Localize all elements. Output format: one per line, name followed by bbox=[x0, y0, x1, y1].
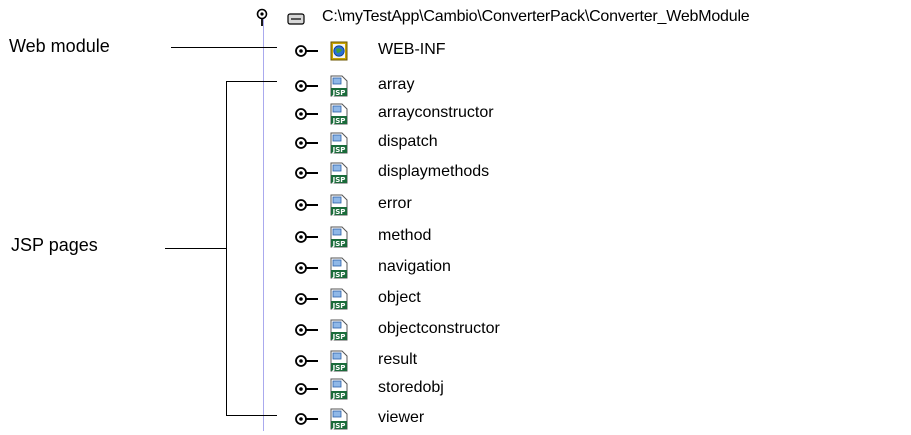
tree-node-label[interactable]: objectconstructor bbox=[378, 320, 500, 338]
web-module-leader-line bbox=[171, 47, 277, 48]
tree-node-label[interactable]: viewer bbox=[378, 409, 424, 427]
tree-node-navigation[interactable]: JSP navigation bbox=[0, 253, 911, 283]
jsp-file-icon: JSP bbox=[330, 350, 348, 372]
expand-handle-icon[interactable] bbox=[294, 322, 320, 338]
svg-text:JSP: JSP bbox=[332, 271, 346, 279]
jsp-file-icon: JSP bbox=[330, 194, 348, 216]
jsp-file-icon: JSP bbox=[330, 257, 348, 279]
tree-node-label[interactable]: dispatch bbox=[378, 133, 438, 151]
tree-node-label[interactable]: arrayconstructor bbox=[378, 104, 494, 122]
expand-handle-icon[interactable] bbox=[294, 353, 320, 369]
tree-node-viewer[interactable]: JSP viewer bbox=[0, 404, 911, 434]
svg-text:JSP: JSP bbox=[332, 208, 346, 216]
svg-text:JSP: JSP bbox=[332, 176, 346, 184]
tree-node-label[interactable]: WEB-INF bbox=[378, 41, 446, 59]
tree-node-label[interactable]: method bbox=[378, 227, 431, 245]
expand-handle-icon[interactable] bbox=[294, 260, 320, 276]
tree-node-displaymethods[interactable]: JSP displaymethods bbox=[0, 158, 911, 188]
jsp-file-icon: JSP bbox=[330, 75, 348, 97]
expand-handle-icon[interactable] bbox=[294, 291, 320, 307]
jsp-file-icon: JSP bbox=[330, 162, 348, 184]
svg-text:JSP: JSP bbox=[332, 89, 346, 97]
pin-handle-icon[interactable] bbox=[254, 8, 270, 30]
jsp-file-icon: JSP bbox=[330, 319, 348, 341]
drive-icon bbox=[287, 12, 305, 25]
tree-node-error[interactable]: JSP error bbox=[0, 190, 911, 220]
svg-text:JSP: JSP bbox=[332, 392, 346, 400]
jsp-file-icon: JSP bbox=[330, 132, 348, 154]
expand-handle-icon[interactable] bbox=[294, 197, 320, 213]
jsp-pages-bracket bbox=[226, 81, 277, 416]
tree-node-label[interactable]: result bbox=[378, 351, 417, 369]
tree-node-result[interactable]: JSP result bbox=[0, 346, 911, 376]
root-path-label[interactable]: C:\myTestApp\Cambio\ConverterPack\Conver… bbox=[322, 8, 750, 26]
tree-node-arrayconstructor[interactable]: JSP arrayconstructor bbox=[0, 99, 911, 129]
jsp-pages-callout: JSP pages bbox=[11, 235, 98, 255]
tree-node-label[interactable]: object bbox=[378, 289, 421, 307]
svg-text:JSP: JSP bbox=[332, 333, 346, 341]
expand-handle-icon[interactable] bbox=[294, 43, 320, 59]
expand-handle-icon[interactable] bbox=[294, 106, 320, 122]
svg-text:JSP: JSP bbox=[332, 422, 346, 430]
expand-handle-icon[interactable] bbox=[294, 78, 320, 94]
jsp-file-icon: JSP bbox=[330, 408, 348, 430]
web-module-callout: Web module bbox=[9, 36, 110, 56]
svg-text:JSP: JSP bbox=[332, 240, 346, 248]
tree-node-label[interactable]: navigation bbox=[378, 258, 451, 276]
tree-node-label[interactable]: array bbox=[378, 76, 414, 94]
jsp-file-icon: JSP bbox=[330, 288, 348, 310]
svg-text:JSP: JSP bbox=[332, 146, 346, 154]
expand-handle-icon[interactable] bbox=[294, 229, 320, 245]
expand-handle-icon[interactable] bbox=[294, 381, 320, 397]
tree-node-label[interactable]: displaymethods bbox=[378, 163, 489, 181]
tree-node-storedobj[interactable]: JSP storedobj bbox=[0, 374, 911, 404]
web-module-icon bbox=[330, 40, 348, 62]
expand-handle-icon[interactable] bbox=[294, 411, 320, 427]
jsp-pages-leader-line bbox=[165, 248, 226, 249]
jsp-file-icon: JSP bbox=[330, 378, 348, 400]
svg-text:JSP: JSP bbox=[332, 364, 346, 372]
tree-node-method[interactable]: JSP method bbox=[0, 222, 911, 252]
tree-node-label[interactable]: error bbox=[378, 195, 412, 213]
tree-node-label[interactable]: storedobj bbox=[378, 379, 444, 397]
jsp-file-icon: JSP bbox=[330, 226, 348, 248]
tree-node-objectconstructor[interactable]: JSP objectconstructor bbox=[0, 315, 911, 345]
tree-node-web-inf[interactable]: WEB-INF bbox=[0, 36, 911, 66]
tree-node-object[interactable]: JSP object bbox=[0, 284, 911, 314]
tree-node-array[interactable]: JSP array bbox=[0, 71, 911, 101]
expand-handle-icon[interactable] bbox=[294, 135, 320, 151]
expand-handle-icon[interactable] bbox=[294, 165, 320, 181]
jsp-file-icon: JSP bbox=[330, 103, 348, 125]
svg-text:JSP: JSP bbox=[332, 302, 346, 310]
svg-text:JSP: JSP bbox=[332, 117, 346, 125]
tree-node-dispatch[interactable]: JSP dispatch bbox=[0, 128, 911, 158]
